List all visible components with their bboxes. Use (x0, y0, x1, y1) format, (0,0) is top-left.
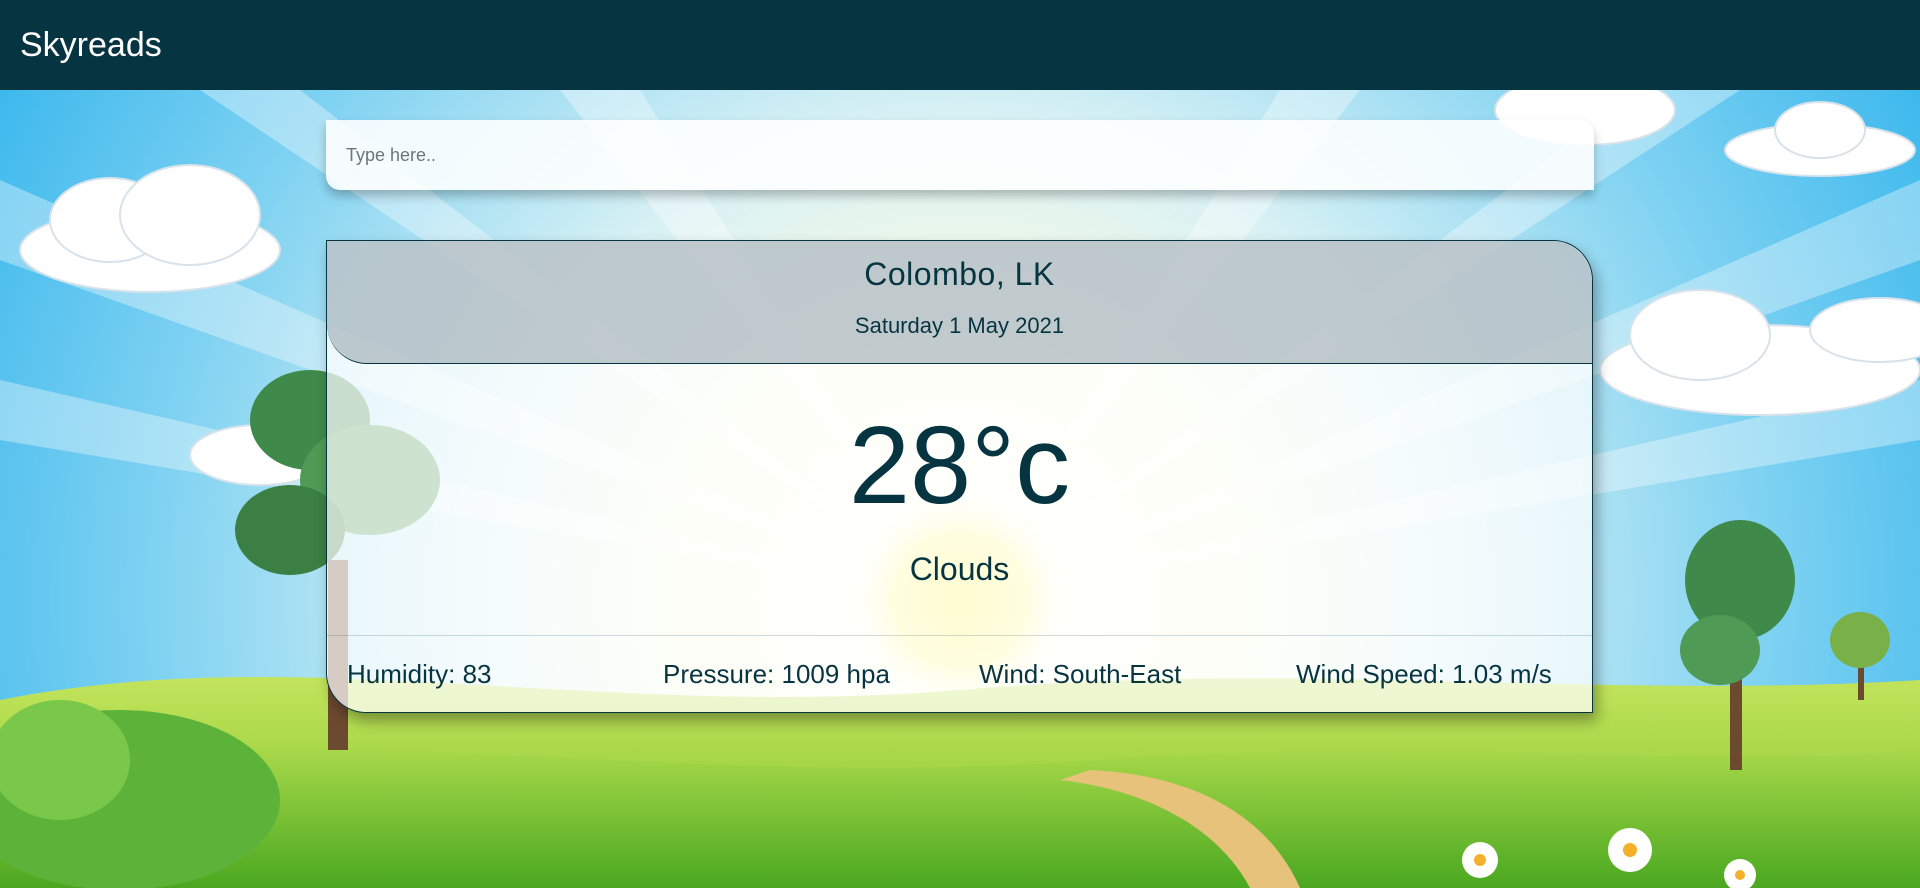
date-label: Saturday 1 May 2021 (854, 313, 1065, 338)
wind-speed-stat: Wind Speed: 1.03 m/s (1296, 659, 1552, 689)
search-container (326, 120, 1594, 190)
location-label: Colombo, LK (864, 256, 1055, 292)
weather-card: Colombo, LK Saturday 1 May 2021 28°c Clo… (326, 240, 1593, 713)
pressure-stat: Pressure: 1009 hpa (663, 659, 890, 689)
brand-logo-text[interactable]: Skyreads (20, 26, 162, 65)
temperature-value: 28°c (848, 404, 1071, 527)
weather-stats-row: Humidity: 83 Pressure: 1009 hpa Wind: So… (327, 659, 1592, 699)
wind-direction-stat: Wind: South-East (979, 659, 1182, 689)
weather-condition: Clouds (909, 551, 1010, 587)
top-navbar: Skyreads (0, 0, 1920, 90)
humidity-stat: Humidity: 83 (347, 659, 492, 689)
city-search-input[interactable] (326, 120, 1594, 190)
weather-card-header: Colombo, LK Saturday 1 May 2021 (327, 241, 1592, 364)
weather-app-page: Skyreads Colombo, LK Saturday 1 May 2021… (0, 0, 1920, 888)
stats-divider (327, 635, 1592, 636)
